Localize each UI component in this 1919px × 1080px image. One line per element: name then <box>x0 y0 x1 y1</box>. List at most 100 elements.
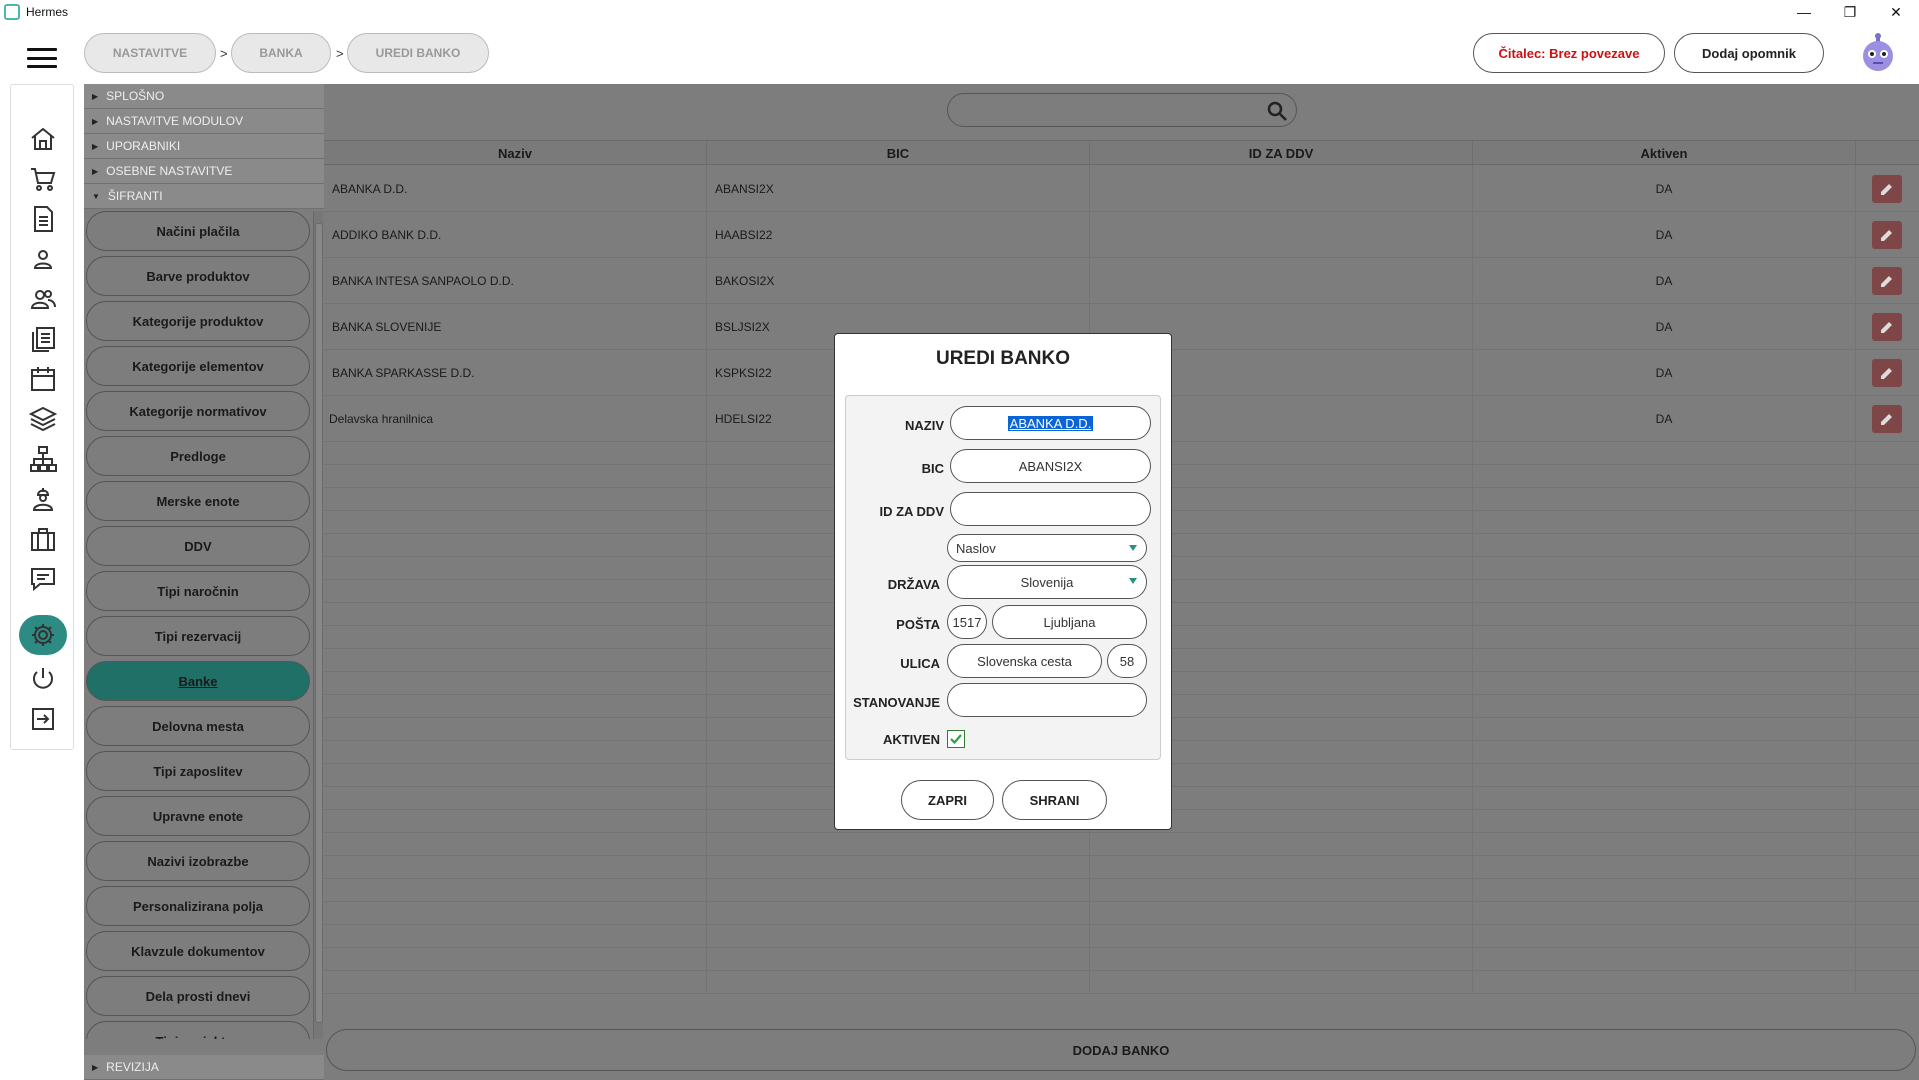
close-icon[interactable]: ✕ <box>1873 0 1919 24</box>
cell-vat-id <box>1090 258 1473 303</box>
postal-code-field[interactable]: 1517 <box>947 605 987 639</box>
edit-row-button[interactable] <box>1872 267 1902 295</box>
tree-item-templates[interactable]: Predloge <box>86 436 310 476</box>
tree-item-payment-methods[interactable]: Načini plačila <box>86 211 310 251</box>
city-field[interactable]: Ljubljana <box>992 605 1147 639</box>
add-bank-button[interactable]: DODAJ BANKO <box>326 1029 1916 1071</box>
calendar-icon[interactable] <box>27 363 59 395</box>
tree-section-users[interactable]: ▶ UPORABNIKI <box>84 134 324 159</box>
logout-icon[interactable] <box>27 703 59 735</box>
column-header-bic[interactable]: BIC <box>707 141 1090 166</box>
module-rail <box>10 84 74 750</box>
tree-item-positions[interactable]: Delovna mesta <box>86 706 310 746</box>
column-header-name[interactable]: Naziv <box>324 141 707 166</box>
name-field[interactable]: ABANKA D.D. <box>950 406 1151 440</box>
column-header-vat-id[interactable]: ID ZA DDV <box>1090 141 1473 166</box>
table-row[interactable]: ABANKA D.D. ABANSI2X DA <box>324 166 1919 212</box>
edit-row-button[interactable] <box>1872 221 1902 249</box>
country-value: Slovenija <box>1020 574 1074 590</box>
tree-item-education-titles[interactable]: Nazivi izobrazbe <box>86 841 310 881</box>
notes-icon[interactable] <box>27 323 59 355</box>
pencil-icon <box>1881 276 1892 287</box>
tree-item-holidays[interactable]: Dela prosti dnevi <box>86 976 310 1016</box>
robot-avatar-icon[interactable] <box>1859 32 1897 74</box>
empty-cell <box>324 879 707 901</box>
tree-section-general[interactable]: ▶ SPLOŠNO <box>84 84 324 109</box>
empty-cell <box>1473 626 1856 648</box>
save-button[interactable]: SHRANI <box>1002 780 1107 820</box>
empty-row <box>324 856 1919 879</box>
bank-form: NAZIV ABANKA D.D. BIC ABANSI2X ID ZA DDV… <box>845 395 1161 760</box>
gear-icon[interactable] <box>19 615 67 655</box>
edit-row-button[interactable] <box>1872 313 1902 341</box>
hierarchy-icon[interactable] <box>27 443 59 475</box>
minimize-icon[interactable]: — <box>1781 0 1827 24</box>
tree-scrollbar[interactable] <box>313 211 323 1039</box>
table-row[interactable]: BANKA INTESA SANPAOLO D.D. BAKOSI2X DA <box>324 258 1919 304</box>
layers-icon[interactable] <box>27 403 59 435</box>
tree-item-vat[interactable]: DDV <box>86 526 310 566</box>
empty-cell <box>1473 488 1856 510</box>
bic-field[interactable]: ABANSI2X <box>950 449 1151 483</box>
empty-cell <box>324 465 707 487</box>
tree-item-product-colors[interactable]: Barve produktov <box>86 256 310 296</box>
document-icon[interactable] <box>27 203 59 235</box>
vat-id-field[interactable] <box>950 492 1151 526</box>
tree-item-reservation-types[interactable]: Tipi rezervacij <box>86 616 310 656</box>
edit-row-button[interactable] <box>1872 405 1902 433</box>
breadcrumb-edit-bank[interactable]: UREDI BANKO <box>347 33 489 73</box>
empty-cell <box>324 787 707 809</box>
tree-section-modules[interactable]: ▶ NASTAVITVE MODULOV <box>84 109 324 134</box>
empty-cell <box>324 833 707 855</box>
tree-section-personal[interactable]: ▶ OSEBNE NASTAVITVE <box>84 159 324 184</box>
breadcrumb-separator: > <box>220 46 228 61</box>
home-icon[interactable] <box>27 123 59 155</box>
close-dialog-button[interactable]: ZAPRI <box>901 780 994 820</box>
house-number-field[interactable]: 58 <box>1107 644 1147 678</box>
edit-row-button[interactable] <box>1872 359 1902 387</box>
tree-item-employment-types[interactable]: Tipi zaposlitev <box>86 751 310 791</box>
tree-item-subscription-types[interactable]: Tipi naročnin <box>86 571 310 611</box>
app-header: NASTAVITVE > BANKA > UREDI BANKO Čitalec… <box>0 24 1919 84</box>
hamburger-menu-icon[interactable] <box>27 48 57 68</box>
tree-item-banks[interactable]: Banke <box>86 661 310 701</box>
tree-item-custom-fields[interactable]: Personalizirana polja <box>86 886 310 926</box>
cell-name: ADDIKO BANK D.D. <box>324 212 707 257</box>
edit-row-button[interactable] <box>1872 175 1902 203</box>
briefcase-icon[interactable] <box>27 523 59 555</box>
search-input[interactable] <box>947 93 1297 127</box>
power-icon[interactable] <box>27 663 59 695</box>
add-reminder-button[interactable]: Dodaj opomnik <box>1674 33 1824 73</box>
empty-cell <box>707 833 1090 855</box>
chat-icon[interactable] <box>27 563 59 595</box>
column-header-active[interactable]: Aktiven <box>1473 141 1856 166</box>
active-checkbox[interactable] <box>947 730 965 748</box>
empty-cell <box>1473 603 1856 625</box>
tree-item-project-types[interactable]: Tipi projektov <box>86 1021 310 1039</box>
apartment-field[interactable] <box>947 683 1147 717</box>
user-icon[interactable] <box>27 243 59 275</box>
address-type-select[interactable]: Naslov <box>947 534 1147 562</box>
empty-cell <box>324 649 707 671</box>
breadcrumb-bank[interactable]: BANKA <box>231 33 331 73</box>
cart-icon[interactable] <box>27 163 59 195</box>
tree-item-product-categories[interactable]: Kategorije produktov <box>86 301 310 341</box>
card-reader-status-button[interactable]: Čitalec: Brez povezave <box>1473 33 1665 73</box>
bic-label: BIC <box>921 461 944 476</box>
restore-icon[interactable]: ❐ <box>1827 0 1873 24</box>
tree-item-element-categories[interactable]: Kategorije elementov <box>86 346 310 386</box>
users-icon[interactable] <box>27 283 59 315</box>
country-select[interactable]: Slovenija <box>947 565 1147 599</box>
search-icon[interactable] <box>1266 100 1288 122</box>
worker-icon[interactable] <box>27 483 59 515</box>
tree-item-document-clauses[interactable]: Klavzule dokumentov <box>86 931 310 971</box>
street-field[interactable]: Slovenska cesta <box>947 644 1102 678</box>
tree-item-units[interactable]: Merske enote <box>86 481 310 521</box>
tree-item-norm-categories[interactable]: Kategorije normativov <box>86 391 310 431</box>
empty-cell <box>1473 695 1856 717</box>
tree-section-codebooks[interactable]: ▼ ŠIFRANTI <box>84 184 324 209</box>
breadcrumb-settings[interactable]: NASTAVITVE <box>84 33 216 73</box>
tree-section-revision[interactable]: ▶ REVIZIJA <box>84 1055 324 1080</box>
tree-item-admin-units[interactable]: Upravne enote <box>86 796 310 836</box>
table-row[interactable]: ADDIKO BANK D.D. HAABSI22 DA <box>324 212 1919 258</box>
